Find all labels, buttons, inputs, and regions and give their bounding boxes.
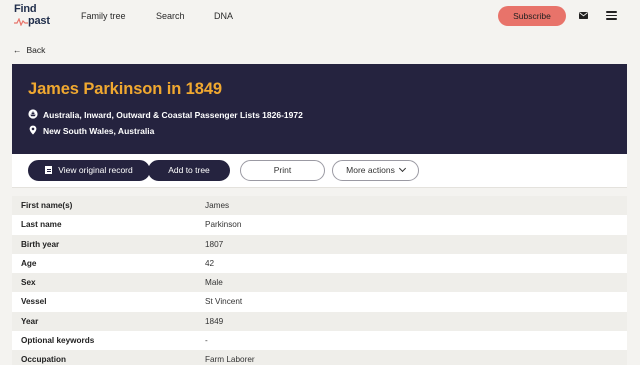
field-value: 42 [205,258,215,268]
table-row: Last name Parkinson [12,215,627,235]
table-row: Sex Male [12,273,627,293]
field-label: Age [21,258,37,268]
table-row: First name(s) James [12,196,627,216]
field-value: Farm Laborer [205,355,255,365]
record-details-table: First name(s) James Last name Parkinson … [12,196,627,365]
nav-dna[interactable]: DNA [214,11,233,21]
record-actions-bar: View original record Add to tree Print M… [12,154,627,188]
field-value: Male [205,278,223,288]
table-row: Age 42 [12,253,627,274]
more-actions-button[interactable]: More actions [332,160,419,181]
table-row: Birth year 1807 [12,234,627,254]
collection-name: Australia, Inward, Outward & Coastal Pas… [43,110,303,120]
record-collection[interactable]: Australia, Inward, Outward & Coastal Pas… [28,109,303,121]
field-label: Optional keywords [21,336,95,346]
field-label: Year [21,316,39,326]
back-label: Back [26,45,46,55]
field-value: 1807 [205,239,224,249]
location-name: New South Wales, Australia [43,126,155,136]
record-header: James Parkinson in 1849 Australia, Inwar… [12,64,627,154]
print-button[interactable]: Print [240,160,325,181]
subscribe-button[interactable]: Subscribe [498,6,566,26]
ship-icon [28,109,38,121]
field-label: Vessel [21,297,47,307]
findmypast-logo[interactable]: Find past [14,3,50,31]
mail-icon[interactable] [579,12,588,19]
nav-family-tree[interactable]: Family tree [81,11,126,21]
more-actions-label: More actions [346,165,395,175]
back-link[interactable]: ← Back [13,45,45,55]
hamburger-menu-icon[interactable] [606,11,617,20]
back-arrow-icon: ← [13,45,22,55]
logo-text-past: past [28,15,50,27]
view-original-label: View original record [58,165,133,175]
field-label: Birth year [21,239,60,249]
view-original-record-button[interactable]: View original record [28,160,150,181]
logo-text-find: Find [14,3,37,15]
add-to-tree-button[interactable]: Add to tree [148,160,230,181]
field-label: Occupation [21,355,67,365]
table-row: Vessel St Vincent [12,292,627,312]
field-value: James [205,201,230,210]
field-value: Parkinson [205,220,242,230]
document-icon [45,166,53,174]
record-title: James Parkinson in 1849 [28,80,222,98]
field-value: - [205,336,208,346]
table-row: Optional keywords - [12,331,627,351]
field-label: First name(s) [21,201,73,210]
record-location: New South Wales, Australia [28,125,154,137]
field-label: Sex [21,278,36,288]
field-value: 1849 [205,316,224,326]
location-pin-icon [28,125,38,137]
field-label: Last name [21,220,62,230]
chevron-down-icon [398,164,406,173]
top-nav: Find past Family tree Search DNA Subscri… [0,0,640,33]
nav-search[interactable]: Search [156,11,185,21]
field-value: St Vincent [205,297,243,307]
table-row: Occupation Farm Laborer [12,350,627,365]
table-row: Year 1849 [12,311,627,332]
